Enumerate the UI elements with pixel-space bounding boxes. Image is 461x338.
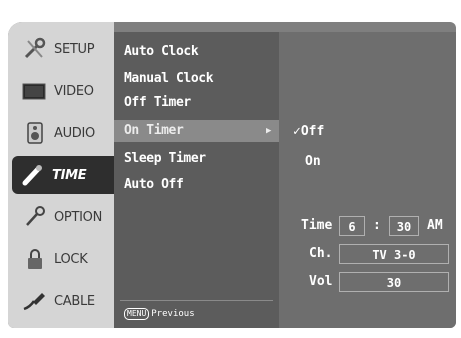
menu-item-manual-clock[interactable]: Manual Clock bbox=[124, 68, 214, 90]
time-label: Time bbox=[301, 218, 333, 233]
wrench-screwdriver-icon bbox=[22, 37, 48, 61]
footer-hint: MENU Previous bbox=[124, 308, 195, 320]
channel-label: Ch. bbox=[309, 246, 333, 261]
speaker-icon bbox=[22, 121, 48, 145]
checkmark-icon: ✓ bbox=[293, 124, 301, 139]
monitor-icon bbox=[22, 79, 48, 103]
tab-video[interactable]: VIDEO bbox=[14, 72, 112, 110]
tab-label: AUDIO bbox=[54, 125, 95, 141]
tab-option[interactable]: OPTION bbox=[14, 198, 112, 236]
tab-lock[interactable]: LOCK bbox=[14, 240, 112, 278]
padlock-icon bbox=[22, 247, 48, 271]
menu-item-on-timer[interactable]: On Timer ▶ bbox=[114, 120, 279, 142]
footer-text: Previous bbox=[151, 309, 195, 319]
option-off[interactable]: ✓Off bbox=[293, 124, 324, 139]
ampm-value[interactable]: AM bbox=[427, 218, 443, 233]
submenu-arrow-icon: ▶ bbox=[265, 126, 271, 136]
time-separator: : bbox=[373, 218, 381, 233]
tab-audio[interactable]: AUDIO bbox=[14, 114, 112, 152]
tab-setup[interactable]: SETUP bbox=[14, 30, 112, 68]
volume-field[interactable]: 30 bbox=[339, 272, 449, 292]
menu-item-label: On Timer bbox=[124, 123, 184, 138]
clock-hand-icon bbox=[20, 163, 46, 187]
menu-item-auto-clock[interactable]: Auto Clock bbox=[124, 41, 199, 63]
channel-field[interactable]: TV 3-0 bbox=[339, 244, 449, 264]
tab-label: SETUP bbox=[54, 41, 95, 57]
tab-label: LOCK bbox=[54, 251, 88, 267]
tab-label: VIDEO bbox=[54, 83, 94, 99]
menu-item-sleep-timer[interactable]: Sleep Timer bbox=[124, 148, 206, 170]
option-on[interactable]: On bbox=[305, 154, 321, 169]
minute-field[interactable]: 30 bbox=[389, 216, 419, 236]
category-sidebar: SETUP VIDEO AUDIO TIME OPTION LOCK CABLE bbox=[8, 22, 114, 328]
cable-plug-icon bbox=[22, 289, 48, 313]
tab-label: OPTION bbox=[54, 209, 103, 225]
time-submenu: Auto Clock Manual Clock Off Timer On Tim… bbox=[114, 32, 279, 328]
hour-field[interactable]: 6 bbox=[339, 216, 365, 236]
menu-item-off-timer[interactable]: Off Timer bbox=[124, 92, 191, 114]
menu-item-auto-off[interactable]: Auto Off bbox=[124, 174, 184, 196]
option-label: Off bbox=[300, 124, 325, 139]
divider bbox=[120, 300, 273, 301]
tab-time[interactable]: TIME bbox=[12, 156, 114, 194]
tab-label: CABLE bbox=[54, 293, 95, 309]
volume-label: Vol bbox=[309, 274, 333, 289]
osd-menu: SETUP VIDEO AUDIO TIME OPTION LOCK CABLE… bbox=[8, 22, 456, 328]
tab-label: TIME bbox=[52, 167, 87, 183]
on-timer-panel: ✓Off On Time 6 : 30 AM Ch. TV 3-0 Vol 30 bbox=[279, 32, 456, 328]
key-icon bbox=[22, 205, 48, 229]
tab-cable[interactable]: CABLE bbox=[14, 282, 112, 320]
menu-key-icon: MENU bbox=[124, 308, 150, 320]
